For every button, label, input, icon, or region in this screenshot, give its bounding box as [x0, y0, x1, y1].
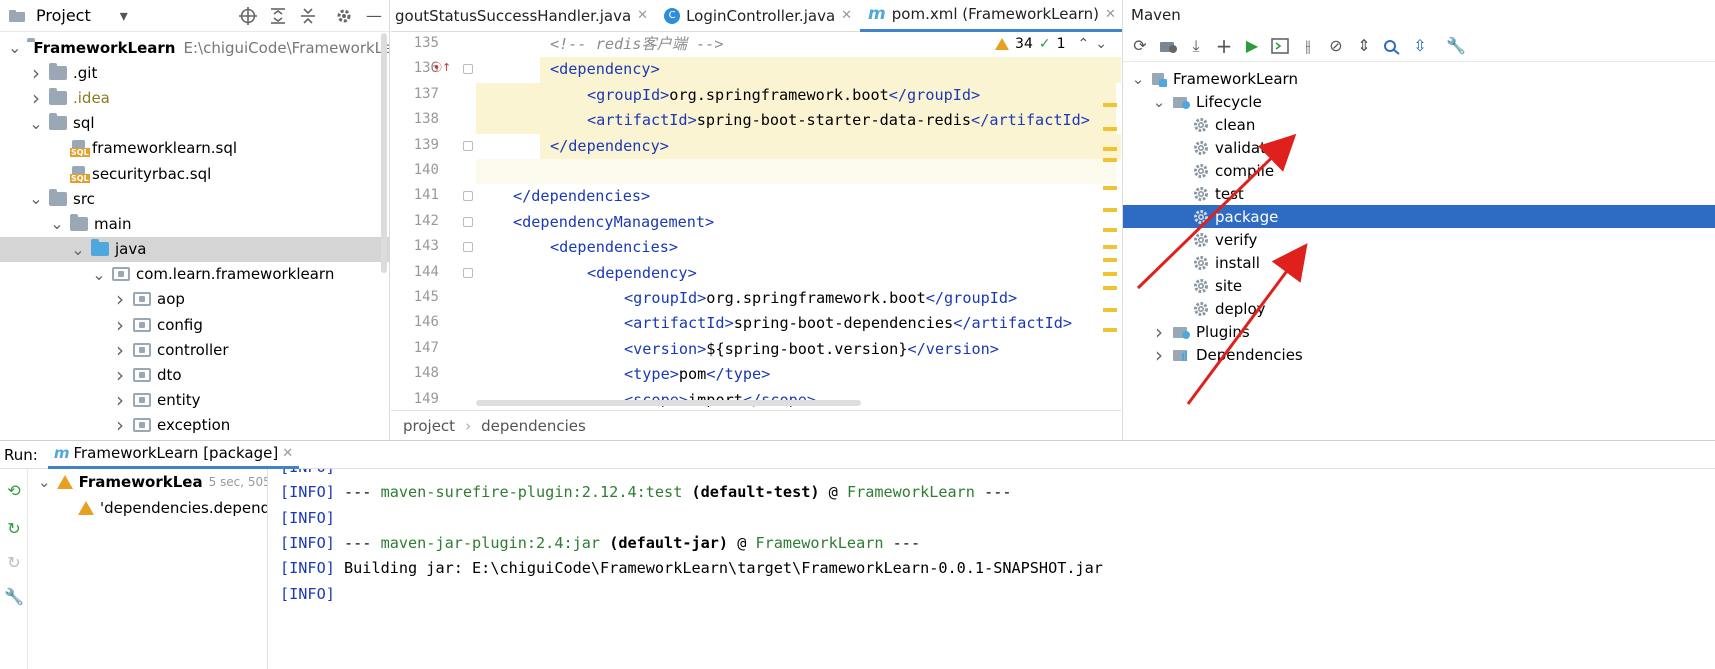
arrow-to-clean	[1136, 133, 1297, 290]
arrow-to-package	[1186, 243, 1308, 405]
annotation-arrows	[1136, 133, 1308, 405]
